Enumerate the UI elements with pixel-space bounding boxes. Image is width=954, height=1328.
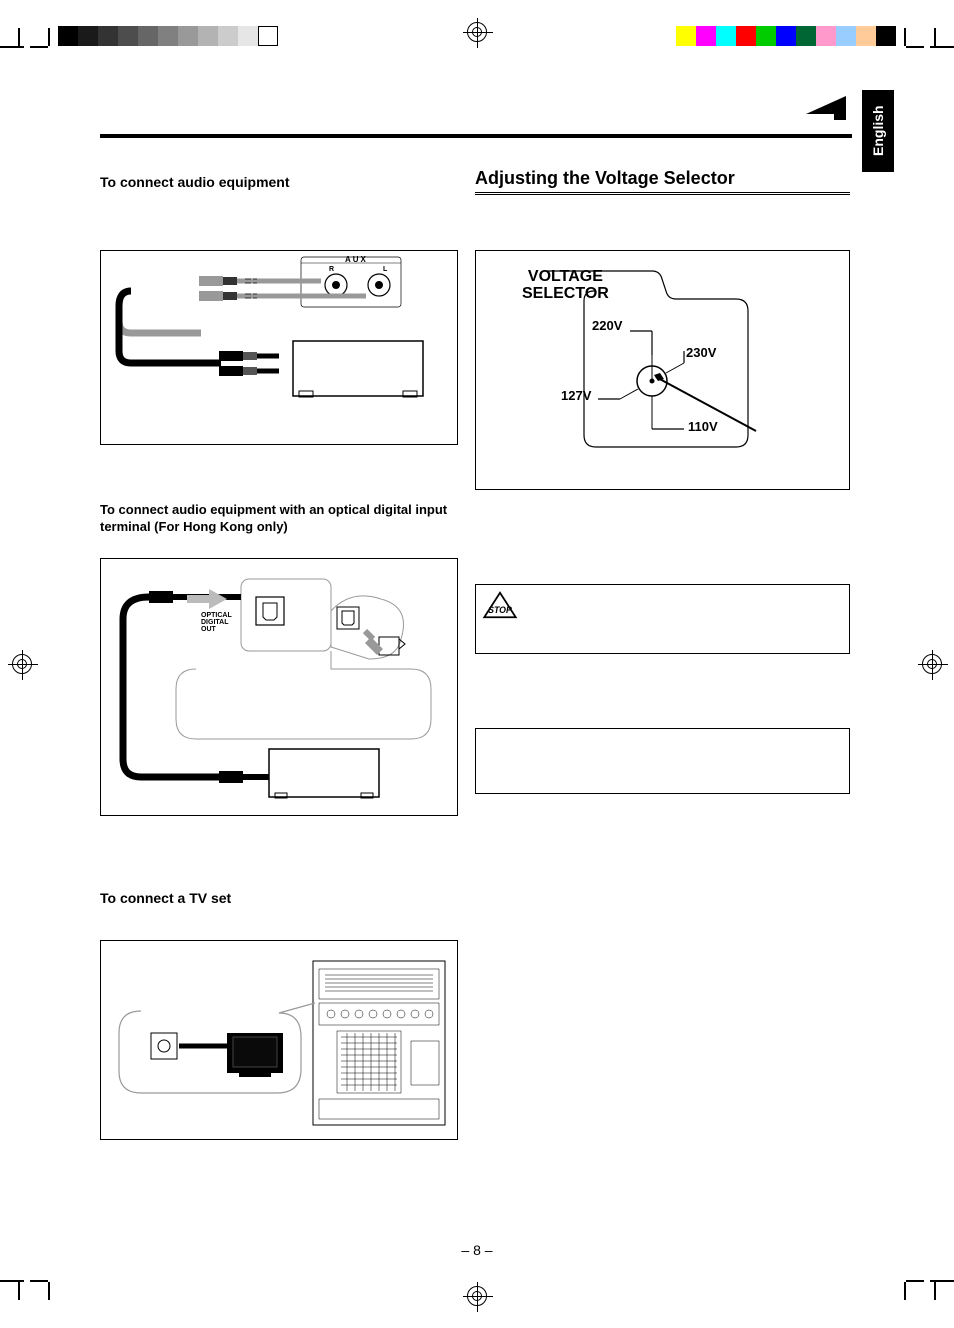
color-bar [676, 26, 896, 46]
svg-text:STOP: STOP [488, 605, 512, 615]
aux-label: AUX [345, 255, 368, 264]
language-tab: English [862, 90, 894, 172]
channel-l-label: L [383, 266, 387, 273]
note-box [475, 728, 850, 794]
stop-icon: STOP [482, 591, 518, 622]
heading-voltage-selector: Adjusting the Voltage Selector [475, 168, 850, 195]
voltage-220v-label: 220V [592, 318, 622, 333]
grayscale-bar [58, 26, 278, 46]
registration-mark-icon [467, 1286, 487, 1306]
continuation-arrow-icon [806, 96, 846, 114]
figure-audio-connection: AUX R L [100, 250, 458, 445]
caution-box: STOP [475, 584, 850, 654]
heading-optical-digital: To connect audio equipment with an optic… [100, 502, 458, 536]
channel-r-label: R [329, 266, 334, 273]
voltage-selector-title: VOLTAGESELECTOR [522, 269, 609, 303]
figure-optical-connection: OPTICAL DIGITAL OUT [100, 558, 458, 816]
registration-mark-icon [922, 654, 942, 674]
figure-tv-connection [100, 940, 458, 1140]
top-rule [100, 134, 852, 138]
heading-connect-tv: To connect a TV set [100, 890, 231, 906]
registration-mark-icon [12, 654, 32, 674]
heading-connect-audio: To connect audio equipment [100, 174, 290, 190]
page-number: – 8 – [60, 1242, 894, 1258]
voltage-110v-label: 110V [688, 419, 718, 434]
voltage-230v-label: 230V [686, 345, 716, 360]
voltage-127v-label: 127V [561, 388, 591, 403]
optical-digital-out-label: OPTICAL DIGITAL OUT [201, 612, 232, 633]
figure-voltage-selector: VOLTAGESELECTOR 220V 230V 127V 110V [475, 250, 850, 490]
registration-mark-icon [467, 22, 487, 42]
